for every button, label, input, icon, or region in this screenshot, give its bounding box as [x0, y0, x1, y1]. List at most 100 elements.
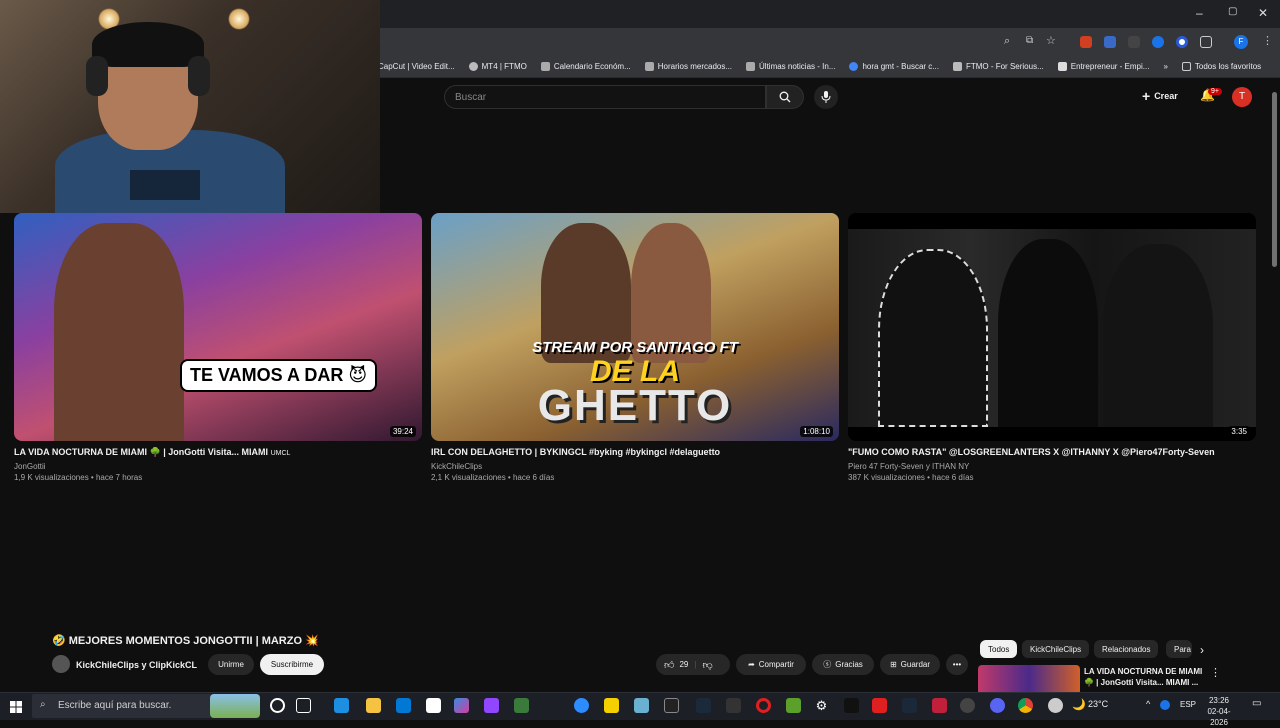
globe-icon: [468, 62, 478, 71]
search-icon: ⌕: [40, 699, 46, 710]
capcut-icon[interactable]: [664, 698, 679, 713]
all-favorites[interactable]: Todos los favoritos: [1181, 62, 1261, 71]
join-button[interactable]: Unirme: [208, 654, 254, 675]
zoom-app-icon[interactable]: [574, 698, 589, 713]
app-icon[interactable]: [696, 698, 711, 713]
discord-icon[interactable]: [990, 698, 1005, 713]
chrome-icon[interactable]: [1018, 698, 1033, 713]
video-duration: 3:35: [1228, 426, 1250, 437]
bookmark-item[interactable]: Horarios mercados...: [644, 62, 732, 71]
chevron-up-icon[interactable]: ^: [1146, 699, 1150, 709]
thumbnail-caption: STREAM POR SANTIAGO FT: [532, 339, 738, 356]
clock[interactable]: 23:26 02-04-2026: [1200, 695, 1238, 728]
app-icon[interactable]: [932, 698, 947, 713]
app-icon[interactable]: [1048, 698, 1063, 713]
thumbs-down-icon: 👎︎: [702, 659, 713, 671]
menu-icon[interactable]: ⋮: [1262, 34, 1273, 47]
extension-icon[interactable]: [1080, 36, 1092, 48]
settings-gear-icon[interactable]: ⚙: [814, 698, 829, 713]
chip-todos[interactable]: Todos: [980, 640, 1018, 658]
windows-start-icon[interactable]: [10, 700, 22, 718]
chip-channel[interactable]: KickChileClips: [1022, 640, 1090, 658]
watch-video-title: 🤣 MEJORES MOMENTOS JONGOTTII | MARZO 💥: [52, 635, 319, 647]
video-title-link[interactable]: "FUMO COMO RASTA" @LOSGREENLANTERS X @IT…: [848, 447, 1215, 457]
video-thumbnail[interactable]: TE VAMOS A DAR 😈 39:24: [14, 213, 422, 441]
video-thumbnail[interactable]: STREAM POR SANTIAGO FT DE LA GHETTO 1:08…: [431, 213, 839, 441]
video-channel-link[interactable]: Piero 47 Forty-Seven y ITHAN NY: [848, 462, 969, 471]
maximize-button[interactable]: ▢: [1228, 6, 1237, 17]
language-indicator[interactable]: ESP: [1180, 700, 1196, 709]
notification-center-icon[interactable]: ▭: [1252, 698, 1261, 709]
video-title-link[interactable]: IRL CON DELAGHETTO | BYKINGCL #byking #b…: [431, 447, 720, 457]
steam-icon[interactable]: [902, 698, 917, 713]
video-channel-link[interactable]: JonGottii: [14, 462, 46, 471]
related-more-icon[interactable]: ⋮: [1210, 666, 1221, 679]
subscribe-button[interactable]: Suscribirme: [260, 654, 324, 675]
bookmark-item[interactable]: CapCut | Video Edit...: [378, 62, 455, 71]
save-button[interactable]: ⊞ Guardar: [880, 654, 940, 675]
related-video-thumbnail[interactable]: [978, 665, 1080, 695]
profile-avatar[interactable]: F: [1234, 35, 1248, 49]
bookmark-item[interactable]: Últimas noticias - In...: [746, 62, 835, 71]
thumbs-up-icon: 👍︎: [664, 659, 675, 671]
network-icon[interactable]: [1160, 700, 1170, 710]
create-button[interactable]: + Crear: [1142, 88, 1178, 104]
bookmark-item[interactable]: hora gmt - Buscar c...: [849, 62, 939, 71]
extension-icon[interactable]: [1128, 36, 1140, 48]
translate-icon[interactable]: [1104, 36, 1116, 48]
tiktok-icon[interactable]: [844, 698, 859, 713]
minimize-button[interactable]: –: [1196, 6, 1203, 20]
zoom-icon[interactable]: ⌕: [1004, 35, 1010, 48]
chip-related[interactable]: Relacionados: [1094, 640, 1159, 658]
edge-icon[interactable]: [334, 698, 349, 713]
notification-badge: 9+: [1208, 88, 1222, 95]
bookmarks-overflow[interactable]: »: [1163, 62, 1167, 71]
opera-icon[interactable]: [756, 698, 771, 713]
cortana-icon[interactable]: [270, 698, 285, 713]
sticky-notes-icon[interactable]: [604, 698, 619, 713]
channel-avatar[interactable]: [52, 655, 70, 673]
weather-temp[interactable]: 23°C: [1088, 699, 1108, 709]
search-input[interactable]: Buscar: [444, 85, 766, 109]
file-explorer-icon[interactable]: [366, 698, 381, 713]
thanks-button[interactable]: ⓢ Gracias: [812, 654, 874, 675]
chip-para[interactable]: Para: [1166, 640, 1192, 658]
extensions-puzzle-icon[interactable]: [1200, 36, 1212, 48]
video-channel-link[interactable]: KickChileClips: [431, 462, 482, 471]
search-button[interactable]: [766, 85, 804, 109]
chevron-right-icon[interactable]: ›: [1200, 643, 1204, 657]
bookmark-item[interactable]: MT4 | FTMO: [468, 62, 527, 71]
related-video-title[interactable]: LA VIDA NOCTURNA DE MIAMI 🌳 | JonGotti V…: [1084, 666, 1209, 688]
twitch-icon[interactable]: [484, 698, 499, 713]
app-icon[interactable]: [514, 698, 529, 713]
app-icon[interactable]: [872, 698, 887, 713]
minecraft-icon[interactable]: [786, 698, 801, 713]
bookmark-item[interactable]: Entrepreneur - Empi...: [1057, 62, 1149, 71]
account-avatar[interactable]: T: [1232, 87, 1252, 107]
channel-name-link[interactable]: KickChileClips y ClipKickCL: [76, 660, 197, 670]
extension-icon[interactable]: [1152, 36, 1164, 48]
mail-icon[interactable]: [396, 698, 411, 713]
like-button[interactable]: 👍︎ 29: [664, 659, 688, 671]
extension-icon[interactable]: [1176, 36, 1188, 48]
thumbnail-caption: TE VAMOS A DAR 😈: [180, 359, 378, 392]
app-icon[interactable]: [634, 698, 649, 713]
bookmark-star-icon[interactable]: ☆: [1046, 34, 1056, 47]
task-view-icon[interactable]: [296, 698, 311, 713]
video-title-link[interactable]: LA VIDA NOCTURNA DE MIAMI 🌳 | JonGotti V…: [14, 447, 290, 458]
scrollbar-thumb[interactable]: [1272, 92, 1277, 267]
voice-search-button[interactable]: [814, 85, 838, 109]
share-button[interactable]: ➦ Compartir: [736, 654, 806, 675]
bookmark-item[interactable]: FTMO - For Serious...: [952, 62, 1044, 71]
video-thumbnail[interactable]: 3:35: [848, 213, 1256, 441]
install-icon[interactable]: ⧉: [1026, 35, 1033, 46]
inv-icon: [644, 62, 654, 71]
copilot-icon[interactable]: [454, 698, 469, 713]
dislike-button[interactable]: 👎︎: [702, 659, 712, 671]
app-icon[interactable]: [726, 698, 741, 713]
bookmark-item[interactable]: Calendario Económ...: [540, 62, 631, 71]
obs-icon[interactable]: [960, 698, 975, 713]
notepad-icon[interactable]: [426, 698, 441, 713]
more-actions-button[interactable]: •••: [946, 654, 968, 675]
close-button[interactable]: ✕: [1258, 6, 1268, 20]
